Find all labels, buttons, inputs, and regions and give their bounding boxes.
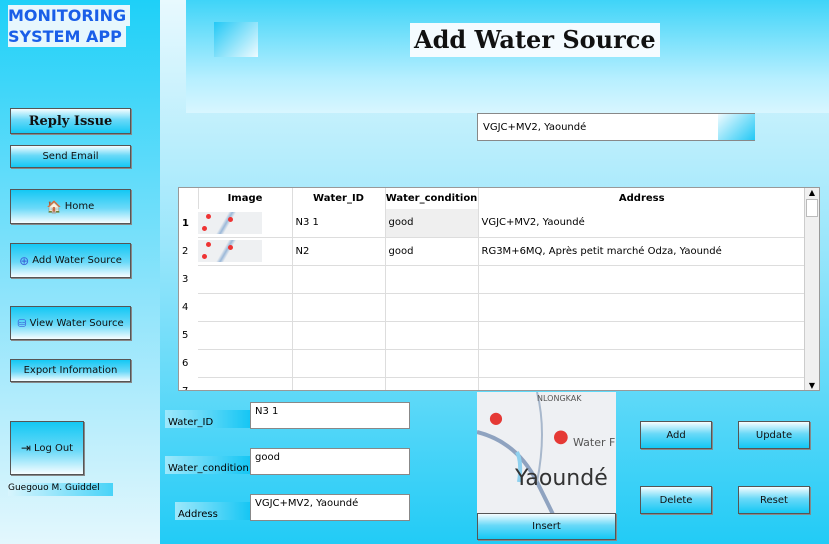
- col-water-condition[interactable]: Water_condition: [385, 188, 479, 209]
- logout-icon: ⇥: [20, 441, 31, 455]
- cell-address[interactable]: [478, 377, 806, 390]
- cell-water-id[interactable]: N3 1: [292, 209, 386, 238]
- cell-water-id[interactable]: [292, 321, 386, 350]
- row-number: 2: [182, 245, 189, 257]
- cell-image[interactable]: [198, 265, 293, 294]
- water-id-input[interactable]: N3 1: [250, 402, 410, 429]
- map-thumbnail: [198, 211, 262, 234]
- table-row[interactable]: 3: [179, 265, 806, 294]
- cell-address[interactable]: RG3M+6MQ, Après petit marché Odza, Yaoun…: [478, 237, 806, 266]
- cell-water-condition[interactable]: good: [385, 209, 479, 238]
- map-district-label: NLONGKAK: [537, 394, 582, 403]
- row-number: 6: [182, 357, 189, 369]
- row-number: 7: [182, 385, 189, 391]
- send-email-button[interactable]: Send Email: [10, 145, 131, 168]
- add-button[interactable]: Add: [640, 421, 712, 449]
- cell-image[interactable]: [198, 237, 293, 266]
- database-icon: ⛁: [17, 316, 27, 330]
- col-image[interactable]: Image: [198, 188, 293, 209]
- cell-water-id[interactable]: [292, 265, 386, 294]
- app-title: MONITORING SYSTEM APP: [8, 5, 131, 47]
- plus-circle-icon: ⊕: [19, 253, 30, 268]
- cell-image[interactable]: [198, 321, 293, 350]
- insert-button[interactable]: Insert: [477, 513, 616, 540]
- row-number: 1: [182, 217, 189, 229]
- scroll-thumb[interactable]: [806, 199, 818, 217]
- water-source-table: Image Water_ID Water_condition Address 1 N3 …: [178, 187, 820, 391]
- delete-button[interactable]: Delete: [640, 486, 712, 514]
- search-button[interactable]: [718, 114, 755, 140]
- table-row[interactable]: 2 N2 good RG3M+6MQ, Après petit marché Odza…: [179, 237, 806, 266]
- row-number: 3: [182, 273, 189, 285]
- header-logo: [214, 22, 258, 57]
- cell-image[interactable]: [198, 349, 293, 378]
- cell-water-id[interactable]: N2: [292, 237, 386, 266]
- table-scrollbar[interactable]: ▲ ▼: [804, 188, 819, 390]
- location-pin-icon: ●: [553, 426, 569, 447]
- map-city-label: Yaoundé: [515, 466, 608, 491]
- cell-image[interactable]: [198, 293, 293, 322]
- cell-address[interactable]: [478, 321, 806, 350]
- map-image: NLONGKAK ● ● Water F Yaoundé: [477, 392, 616, 513]
- export-information-button[interactable]: Export Information: [10, 359, 131, 382]
- cell-address[interactable]: [478, 265, 806, 294]
- map-place-label: Water F: [573, 436, 616, 449]
- home-icon: 🏠: [46, 199, 62, 214]
- user-name: Guegouo M. Guiddel: [8, 483, 113, 496]
- search-input[interactable]: VGJC+MV2, Yaoundé: [477, 113, 755, 141]
- page-title: Add Water Source: [410, 23, 660, 57]
- cell-water-condition[interactable]: good: [385, 237, 479, 266]
- cell-water-id[interactable]: [292, 377, 386, 390]
- map-thumbnail: [198, 240, 262, 262]
- add-water-source-button[interactable]: ⊕ Add Water Source: [10, 243, 131, 278]
- museum-pin-icon: ●: [489, 408, 503, 427]
- view-water-source-button[interactable]: ⛁ View Water Source: [10, 306, 131, 340]
- cell-water-id[interactable]: [292, 293, 386, 322]
- reset-button[interactable]: Reset: [738, 486, 810, 514]
- table-row[interactable]: 6: [179, 349, 806, 378]
- row-number: 4: [182, 301, 189, 313]
- cell-image[interactable]: [198, 377, 293, 390]
- col-water-id[interactable]: Water_ID: [292, 188, 386, 209]
- scroll-down-icon[interactable]: ▼: [805, 381, 819, 390]
- cell-water-condition[interactable]: [385, 293, 479, 322]
- cell-water-condition[interactable]: [385, 349, 479, 378]
- table-row[interactable]: 7: [179, 377, 806, 391]
- cell-image[interactable]: [198, 209, 293, 238]
- scroll-up-icon[interactable]: ▲: [805, 188, 819, 197]
- address-input[interactable]: VGJC+MV2, Yaoundé: [250, 494, 410, 521]
- home-button[interactable]: 🏠 Home: [10, 189, 131, 224]
- cell-address[interactable]: VGJC+MV2, Yaoundé: [478, 209, 806, 238]
- reply-issue-button[interactable]: Reply Issue: [10, 108, 131, 134]
- cell-water-id[interactable]: [292, 349, 386, 378]
- water-condition-input[interactable]: good: [250, 448, 410, 475]
- address-label: Address: [175, 502, 250, 520]
- cell-water-condition[interactable]: [385, 377, 479, 390]
- cell-address[interactable]: [478, 293, 806, 322]
- cell-address[interactable]: [478, 349, 806, 378]
- table-row[interactable]: 1 N3 1 good VGJC+MV2, Yaoundé: [179, 209, 806, 238]
- water-id-label: Water_ID: [165, 410, 250, 428]
- logout-button[interactable]: ⇥ Log Out: [10, 421, 84, 475]
- col-address[interactable]: Address: [478, 188, 806, 209]
- table-row[interactable]: 4: [179, 293, 806, 322]
- cell-water-condition[interactable]: [385, 265, 479, 294]
- update-button[interactable]: Update: [738, 421, 810, 449]
- table-row[interactable]: 5: [179, 321, 806, 350]
- row-number: 5: [182, 329, 189, 341]
- cell-water-condition[interactable]: [385, 321, 479, 350]
- water-condition-label: Water_condition: [165, 456, 250, 474]
